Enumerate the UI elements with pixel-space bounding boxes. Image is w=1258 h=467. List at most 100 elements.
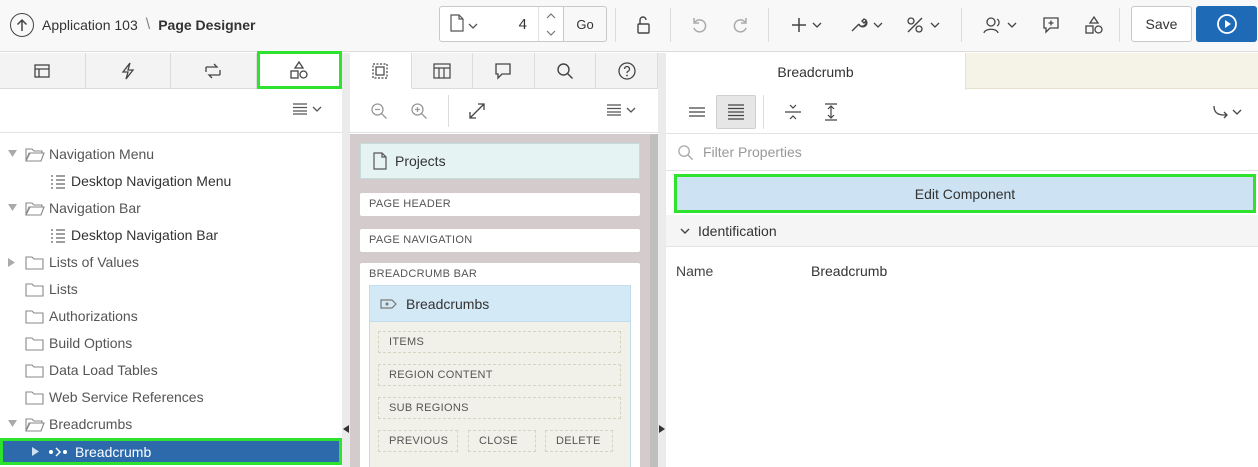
chevron-up-icon[interactable] xyxy=(539,7,563,24)
region-page-header[interactable]: PAGE HEADER xyxy=(360,193,640,216)
tree-node-lists[interactable]: Lists xyxy=(0,276,342,303)
middle-tab-bar xyxy=(350,53,658,89)
tree-node-navigation-menu[interactable]: Navigation Menu xyxy=(0,141,342,168)
speech-bubble-icon xyxy=(495,63,512,80)
run-button[interactable] xyxy=(1196,6,1257,42)
folder-open-icon xyxy=(25,148,45,162)
tree-node-label: Web Service References xyxy=(49,389,204,405)
zoom-out-icon[interactable] xyxy=(370,102,388,120)
go-button[interactable]: Go xyxy=(564,6,607,42)
tab-layout[interactable] xyxy=(350,53,412,89)
folder-icon xyxy=(25,283,44,297)
component-header[interactable]: Breadcrumbs xyxy=(370,286,630,322)
tree-node-build-options[interactable]: Build Options xyxy=(0,330,342,357)
tree-menu-button[interactable] xyxy=(292,103,322,115)
shapes-icon[interactable] xyxy=(1083,12,1105,38)
edit-component-button[interactable]: Edit Component xyxy=(674,174,1256,213)
tab-component-view[interactable] xyxy=(412,53,474,89)
right-pane-splitter[interactable] xyxy=(658,53,666,467)
folder-icon xyxy=(25,391,44,405)
left-pane-splitter[interactable] xyxy=(342,53,350,467)
back-to-application-icon[interactable] xyxy=(10,13,34,37)
slot-close[interactable]: CLOSE xyxy=(468,430,536,452)
page-number-input[interactable]: 4 xyxy=(519,16,527,33)
utilities-wrench-icon[interactable] xyxy=(848,12,886,38)
folder-icon xyxy=(25,337,44,351)
region-page-navigation[interactable]: PAGE NAVIGATION xyxy=(360,229,640,252)
property-value[interactable]: Breadcrumb xyxy=(811,263,887,279)
tree-node-label: Breadcrumb xyxy=(75,444,152,460)
expanded-triangle-icon[interactable] xyxy=(8,420,17,427)
filter-properties-field[interactable]: Filter Properties xyxy=(666,134,1258,171)
tree-node-breadcrumbs[interactable]: Breadcrumbs xyxy=(0,411,342,438)
region-breadcrumb-bar[interactable]: BREADCRUMB BAR Breadcrumbs ITEMS REGION … xyxy=(360,263,640,467)
page-number-stepper[interactable] xyxy=(538,7,563,41)
tree-node-desktop-navigation-menu[interactable]: Desktop Navigation Menu xyxy=(0,168,342,195)
expand-icon[interactable] xyxy=(468,102,486,120)
collapse-left-arrow-icon[interactable] xyxy=(343,425,349,433)
expanded-triangle-icon[interactable] xyxy=(8,204,17,211)
tree-node-web-service-references[interactable]: Web Service References xyxy=(0,384,342,411)
folder-icon xyxy=(25,364,44,378)
tab-shared-components[interactable] xyxy=(256,51,342,89)
tree-node-authorizations[interactable]: Authorizations xyxy=(0,303,342,330)
chevron-down-icon[interactable] xyxy=(539,24,563,41)
tab-breadcrumb[interactable]: Breadcrumb xyxy=(666,53,966,90)
tab-help[interactable] xyxy=(596,53,658,89)
folder-open-icon xyxy=(25,202,45,216)
tree-node-desktop-navigation-bar[interactable]: Desktop Navigation Bar xyxy=(0,222,342,249)
slot-previous[interactable]: PREVIOUS xyxy=(378,430,458,452)
redo-icon[interactable] xyxy=(729,12,751,38)
create-menu-button[interactable] xyxy=(790,12,826,38)
toolbar-divider xyxy=(768,8,769,42)
identification-section-header[interactable]: Identification xyxy=(666,215,1258,247)
top-toolbar: Application 103 \ Page Designer 4 Go Sav… xyxy=(0,0,1258,52)
expand-all-icon xyxy=(825,103,837,121)
expanded-triangle-icon[interactable] xyxy=(8,150,17,157)
save-button[interactable]: Save xyxy=(1131,6,1192,42)
layout-scrollbar[interactable] xyxy=(650,134,658,467)
collapse-all-icon xyxy=(785,104,801,120)
shapes-icon xyxy=(290,60,308,79)
property-row-name: Name Breadcrumb xyxy=(666,253,1258,287)
page-component[interactable]: Projects xyxy=(360,143,640,179)
layout-grid: Projects PAGE HEADER PAGE NAVIGATION BRE… xyxy=(350,134,650,467)
tree-node-navigation-bar[interactable]: Navigation Bar xyxy=(0,195,342,222)
slot-sub-regions[interactable]: SUB REGIONS xyxy=(378,397,621,419)
tree-node-label: Authorizations xyxy=(49,308,138,324)
comments-icon[interactable] xyxy=(1040,12,1062,38)
tree-node-data-load-tables[interactable]: Data Load Tables xyxy=(0,357,342,384)
shared-components-icon[interactable] xyxy=(905,12,943,38)
layout-menu-button[interactable] xyxy=(606,104,636,116)
tree-node-lists-of-values[interactable]: Lists of Values xyxy=(0,249,342,276)
application-link[interactable]: Application 103 xyxy=(42,17,138,33)
tab-dynamic-actions[interactable] xyxy=(86,53,171,89)
page-number-field[interactable]: 4 xyxy=(439,6,564,42)
collapse-all-button[interactable] xyxy=(773,95,813,129)
lock-icon[interactable] xyxy=(632,12,654,38)
show-common-button[interactable] xyxy=(677,95,717,129)
page-icon[interactable] xyxy=(450,13,464,35)
breadcrumbs-component[interactable]: Breadcrumbs ITEMS REGION CONTENT SUB REG… xyxy=(369,285,631,467)
toolbar-divider xyxy=(763,95,764,129)
undo-icon[interactable] xyxy=(689,12,711,38)
expand-all-button[interactable] xyxy=(811,95,851,129)
collapsed-triangle-icon[interactable] xyxy=(32,447,39,456)
tab-search[interactable] xyxy=(535,53,597,89)
collapse-right-arrow-icon[interactable] xyxy=(659,425,665,433)
zoom-in-icon[interactable] xyxy=(410,102,428,120)
tree-node-label: Navigation Bar xyxy=(49,200,141,216)
tree-node-breadcrumb[interactable]: Breadcrumb xyxy=(0,438,342,465)
tab-processing[interactable] xyxy=(171,53,257,89)
tab-rendering[interactable] xyxy=(0,53,86,89)
slot-delete[interactable]: DELETE xyxy=(545,430,613,452)
slot-items[interactable]: ITEMS xyxy=(378,331,621,353)
slot-region-content[interactable]: REGION CONTENT xyxy=(378,364,621,386)
tab-messages[interactable] xyxy=(473,53,535,89)
go-to-group-button[interactable] xyxy=(1206,95,1250,129)
chevron-down-icon[interactable] xyxy=(468,16,478,32)
shared-components-tree: Navigation Menu Desktop Navigation Menu … xyxy=(0,141,342,465)
collapsed-triangle-icon[interactable] xyxy=(8,258,15,267)
team-development-icon[interactable] xyxy=(982,12,1020,38)
show-all-button[interactable] xyxy=(716,95,756,129)
